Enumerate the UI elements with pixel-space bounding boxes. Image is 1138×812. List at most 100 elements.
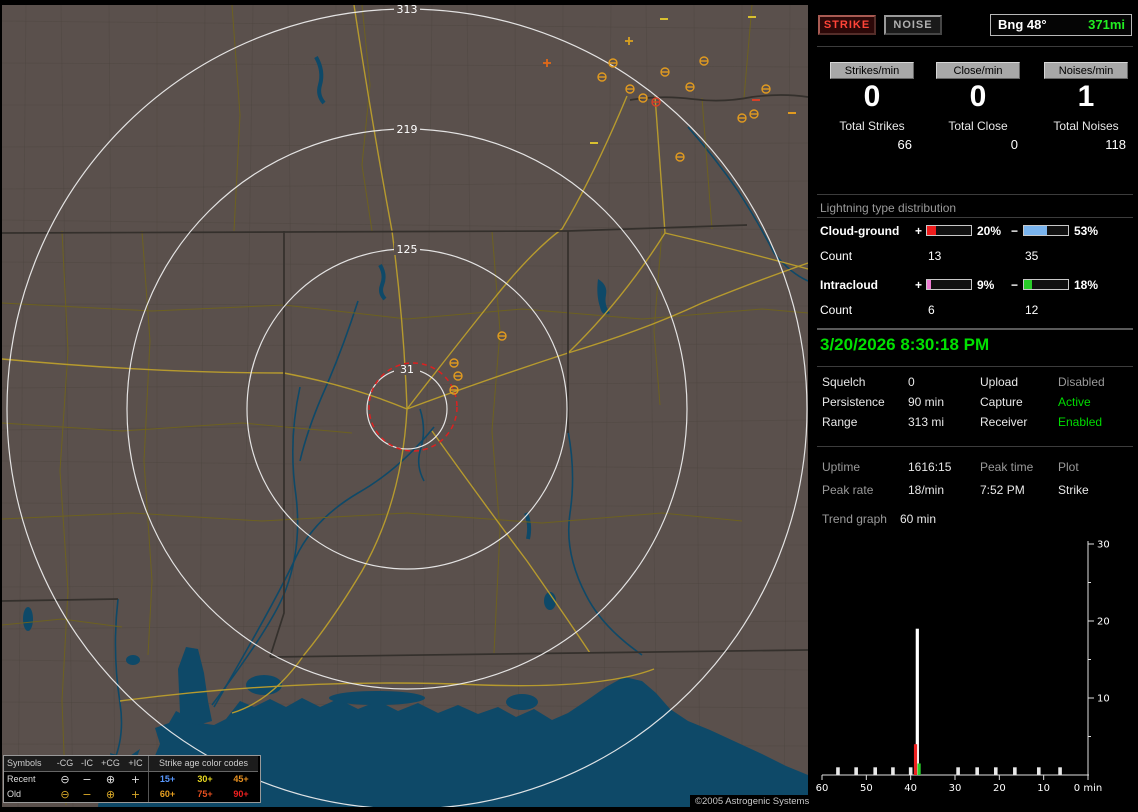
uptime-value: 1616:15 xyxy=(908,460,952,474)
intracloud-label: Intracloud xyxy=(820,278,879,292)
svg-text:0 min: 0 min xyxy=(1074,783,1102,794)
intracloud-row: Intracloud + 9% − 18% xyxy=(812,278,1138,292)
trend-header: Trend graph 60 min xyxy=(812,512,1138,528)
ic-positive-pct: 9% xyxy=(977,278,995,292)
trend-pulse xyxy=(975,767,979,775)
ic-positive-bar xyxy=(926,279,972,290)
cloud-ground-label: Cloud-ground xyxy=(820,224,900,238)
svg-text:40: 40 xyxy=(904,783,917,794)
recent-neg-ic-symbol: − xyxy=(82,773,92,786)
minus-sign: − xyxy=(1011,278,1019,292)
receiver-state: Enabled xyxy=(1058,415,1103,429)
range-label: Range xyxy=(822,415,858,429)
age-code-30: 30+ xyxy=(197,774,213,784)
distance-value: 371mi xyxy=(1088,17,1125,32)
ic-positive-count: 6 xyxy=(928,303,935,317)
legend-old-label: Old xyxy=(7,789,22,799)
cg-positive-bar xyxy=(926,225,972,236)
svg-text:10: 10 xyxy=(1037,783,1050,794)
ic-count-label: Count xyxy=(820,303,853,317)
trend-pulse xyxy=(1013,767,1017,775)
peak-rate-label: Peak rate xyxy=(822,483,874,497)
datetime-display: 3/20/2026 8:30:18 PM xyxy=(820,335,990,354)
age-code-60: 60+ xyxy=(148,787,186,802)
noises-per-min-button[interactable]: Noises/min xyxy=(1044,62,1128,79)
squelch-label: Squelch xyxy=(822,375,866,389)
trend-window-value: 60 min xyxy=(900,512,937,526)
cg-positive-bar-fill xyxy=(927,226,936,235)
divider xyxy=(817,217,1133,218)
status-row-squelch: Squelch 0 Upload Disabled xyxy=(812,375,1138,391)
close-per-min-button[interactable]: Close/min xyxy=(936,62,1020,79)
strikes-per-min-button[interactable]: Strikes/min xyxy=(830,62,914,79)
map-canvas[interactable]: 31 125 219 313 xyxy=(2,5,808,807)
total-noises-value: 118 xyxy=(1105,137,1126,152)
upload-label: Upload xyxy=(980,375,1019,389)
strike-indicator[interactable]: STRIKE xyxy=(818,15,876,35)
cg-negative-count: 35 xyxy=(1025,249,1039,263)
noise-indicator[interactable]: NOISE xyxy=(884,15,942,35)
age-code-90: 90+ xyxy=(233,789,249,799)
trend-pulse xyxy=(1036,767,1041,775)
bearing-distance-display: Bng 48° 371mi xyxy=(990,14,1132,36)
old-pos-cg-symbol: ⊕ xyxy=(105,788,116,801)
status-row-persistence: Persistence 90 min Capture Active xyxy=(812,395,1138,411)
total-close-value: 0 xyxy=(1010,137,1018,152)
age-code-75: 75+ xyxy=(197,789,213,799)
svg-text:30: 30 xyxy=(1097,540,1110,551)
age-code-45: 45+ xyxy=(233,774,249,784)
trend-pulse xyxy=(908,767,913,775)
squelch-value: 0 xyxy=(908,375,915,389)
old-neg-ic-symbol: − xyxy=(82,788,92,801)
recent-pos-cg-symbol: ⊕ xyxy=(105,773,116,786)
plot-label: Plot xyxy=(1058,460,1079,474)
plus-sign: + xyxy=(915,224,923,238)
divider xyxy=(817,366,1133,367)
receiver-label: Receiver xyxy=(980,415,1028,429)
cloud-ground-row: Cloud-ground + 20% − 53% xyxy=(812,224,1138,238)
trend-pulse xyxy=(956,767,960,775)
peak-rate-value: 18/min xyxy=(908,483,945,497)
noises-column: Noises/min 1 Total Noises 118 xyxy=(1034,62,1138,152)
copyright-notice: ©2005 Astrogenic Systems xyxy=(690,795,815,808)
upload-state: Disabled xyxy=(1058,375,1105,389)
stats-row-1: Uptime 1616:15 Peak time Plot xyxy=(812,460,1138,476)
legend-col-neg-cg: -CG xyxy=(54,756,76,772)
ic-negative-pct: 18% xyxy=(1074,278,1099,292)
divider xyxy=(817,194,1133,195)
old-pos-ic-symbol: + xyxy=(130,788,141,801)
cg-negative-bar xyxy=(1023,225,1069,236)
cg-negative-bar-fill xyxy=(1024,226,1048,235)
trend-pulse xyxy=(873,767,877,775)
total-noises-label: Total Noises xyxy=(1053,119,1119,133)
old-neg-cg-symbol: ⊖ xyxy=(60,788,70,801)
intracloud-count-row: Count 6 12 xyxy=(812,303,1138,317)
trend-pulse xyxy=(891,767,895,775)
age-code-15: 15+ xyxy=(148,772,186,787)
close-per-min-value: 0 xyxy=(969,80,987,113)
svg-text:30: 30 xyxy=(949,783,962,794)
legend-recent-label: Recent xyxy=(7,774,36,784)
peak-time-label: Peak time xyxy=(980,460,1034,474)
minus-sign: − xyxy=(1011,224,1019,238)
total-strikes-value: 66 xyxy=(897,137,912,152)
recent-neg-cg-symbol: ⊖ xyxy=(60,773,70,786)
stats-row-2: Peak rate 18/min 7:52 PM Strike xyxy=(812,483,1138,499)
trend-spike-close xyxy=(913,744,918,775)
peak-time-value: 7:52 PM xyxy=(980,483,1025,497)
recent-pos-ic-symbol: + xyxy=(130,773,141,786)
legend-symbols-header: Symbols xyxy=(4,756,54,772)
divider xyxy=(817,446,1133,447)
persistence-label: Persistence xyxy=(822,395,885,409)
cg-negative-pct: 53% xyxy=(1074,224,1099,238)
uptime-label: Uptime xyxy=(822,460,861,474)
trend-pulse xyxy=(993,767,998,775)
ic-positive-bar-fill xyxy=(927,280,931,289)
legend-col-pos-ic: +IC xyxy=(123,756,148,772)
ic-negative-count: 12 xyxy=(1025,303,1039,317)
svg-text:20: 20 xyxy=(993,783,1006,794)
svg-text:50: 50 xyxy=(860,783,873,794)
ic-negative-bar xyxy=(1023,279,1069,290)
status-row-range: Range 313 mi Receiver Enabled xyxy=(812,415,1138,431)
legend-age-title: Strike age color codes xyxy=(148,756,258,772)
